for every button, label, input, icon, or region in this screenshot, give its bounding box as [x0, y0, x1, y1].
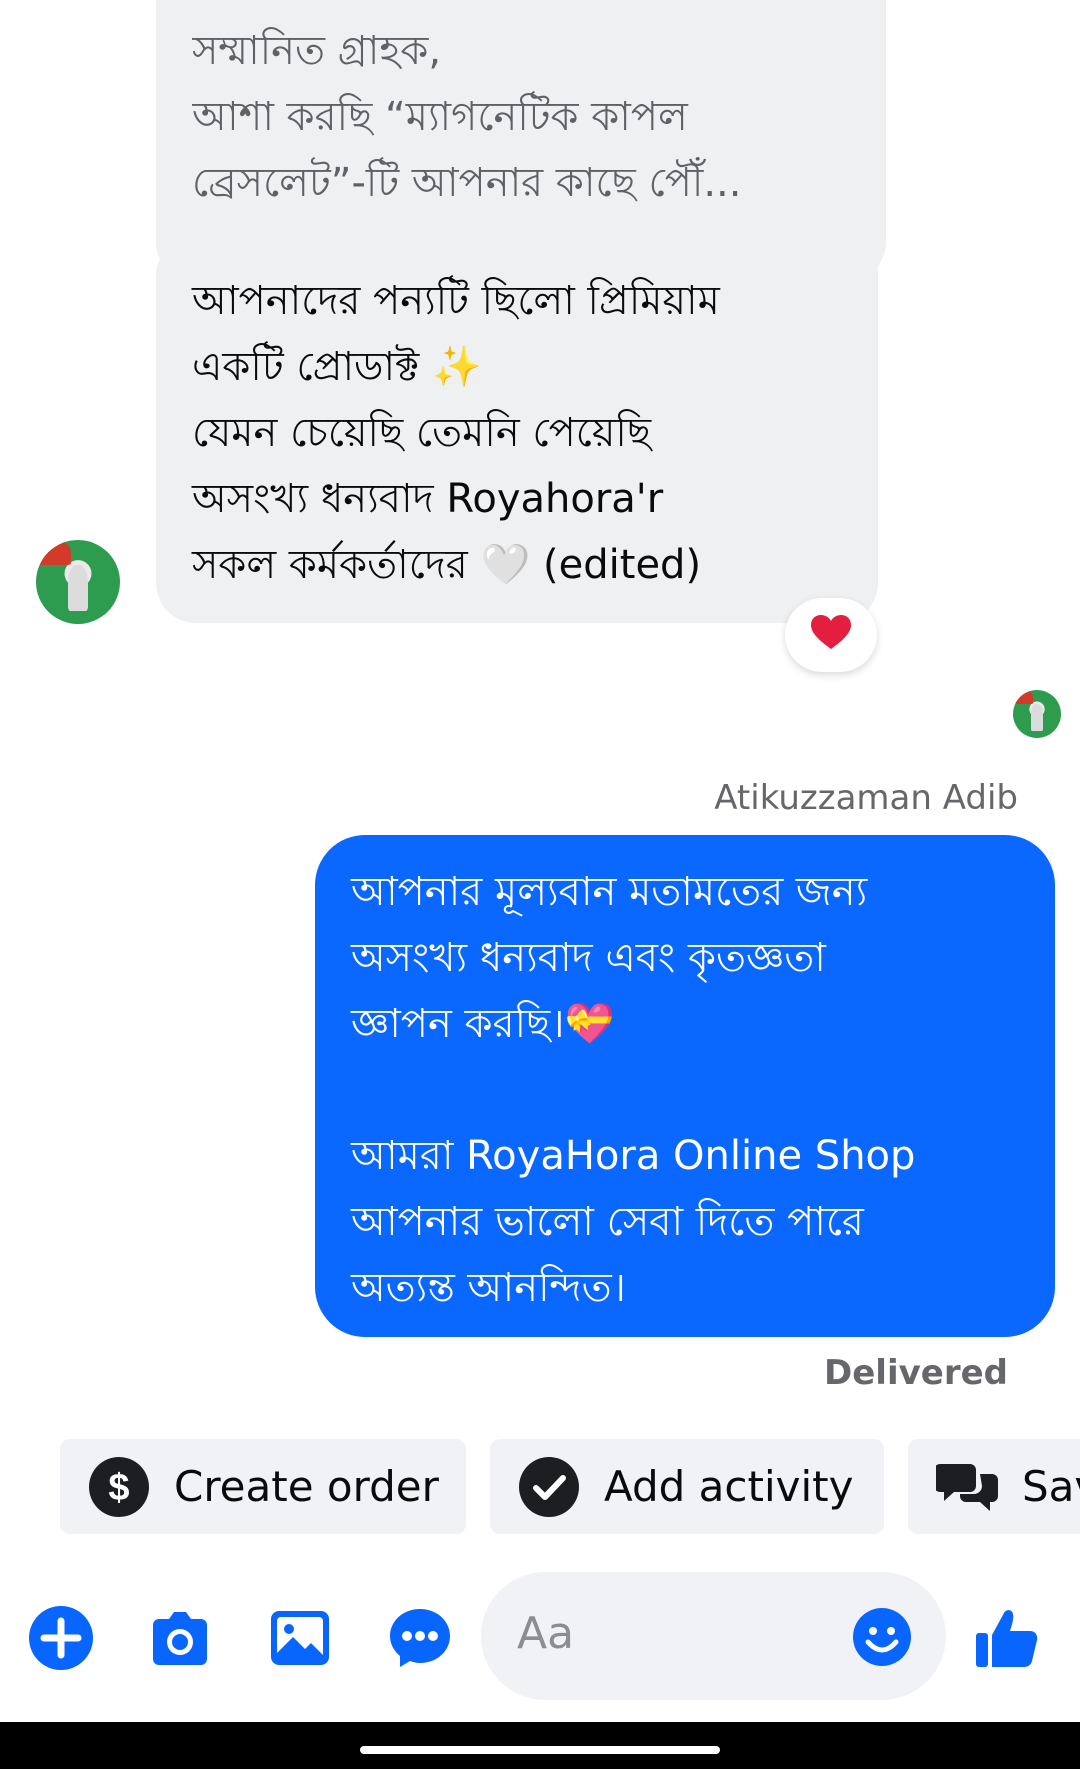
avatar-hat [1013, 690, 1034, 705]
message-input-placeholder: Aa [517, 1608, 575, 1659]
avatar-figure [67, 565, 89, 612]
gallery-icon[interactable] [265, 1603, 335, 1673]
camera-icon[interactable] [145, 1603, 215, 1673]
message-line: যেমন চেয়েছি তেমনি পেয়েছি [192, 410, 652, 456]
message-line: সকল কর্মকর্তাদের 🤍 (edited) [192, 542, 702, 588]
contact-avatar[interactable] [36, 540, 120, 624]
quoted-line: ব্রেসলেট”-টি আপনার কাছে পৌঁ... [192, 160, 742, 206]
emoji-icon[interactable] [851, 1606, 913, 1668]
read-receipt-avatar [1013, 690, 1061, 738]
message-line: আপনার ভালো সেবা দিতে পারে [351, 1199, 864, 1245]
message-line: আপনার মূল্যবান মতামতের জন্য [351, 869, 868, 915]
sender-name: Atikuzzaman Adib [714, 778, 1018, 818]
create-order-label: Create order [174, 1462, 439, 1511]
like-icon[interactable] [974, 1605, 1040, 1671]
saved-replies-button[interactable]: Saved replies [908, 1439, 1080, 1534]
message-line: জ্ঞাপন করছি।💝 [351, 1001, 615, 1047]
quoted-line: আশা করছি “ম্যাগনেটিক কাপল [192, 94, 688, 140]
svg-text:$: $ [108, 1467, 129, 1509]
delivery-status: Delivered [824, 1353, 1008, 1393]
saved-replies-label: Saved replies [1022, 1462, 1080, 1511]
home-indicator[interactable] [360, 1746, 720, 1754]
avatar-figure [1031, 704, 1043, 731]
dollar-icon: $ [89, 1456, 149, 1517]
add-activity-label: Add activity [604, 1462, 854, 1511]
check-circle-icon [519, 1456, 579, 1517]
avatar-hat [37, 540, 72, 566]
outgoing-message-bubble[interactable]: আপনার মূল্যবান মতামতের জন্য অসংখ্য ধন্যব… [315, 835, 1055, 1337]
quoted-line: সম্মানিত গ্রাহক, [192, 28, 442, 74]
chat-bubbles-icon [936, 1463, 998, 1511]
message-line: অসংখ্য ধন্যবাদ Royahora'r [192, 476, 664, 522]
heart-reaction[interactable] [785, 598, 877, 672]
create-order-button[interactable]: $ Create order [60, 1439, 466, 1534]
message-line: আপনাদের পন্যটি ছিলো প্রিমিয়াম [192, 278, 720, 324]
message-line: অত্যন্ত আনন্দিত। [351, 1265, 626, 1311]
heart-icon [811, 615, 851, 655]
plus-icon[interactable] [26, 1603, 96, 1673]
message-line: একটি প্রোডাক্ট ✨ [192, 344, 482, 390]
add-activity-button[interactable]: Add activity [490, 1439, 884, 1534]
chat-bubble-icon[interactable] [385, 1603, 455, 1673]
message-line: অসংখ্য ধন্যবাদ এবং কৃতজ্ঞতা [351, 935, 826, 981]
incoming-message-bubble[interactable]: আপনাদের পন্যটি ছিলো প্রিমিয়াম একটি প্রো… [156, 236, 878, 623]
message-line: আমরা RoyaHora Online Shop [351, 1133, 916, 1179]
message-input[interactable]: Aa [481, 1572, 946, 1700]
